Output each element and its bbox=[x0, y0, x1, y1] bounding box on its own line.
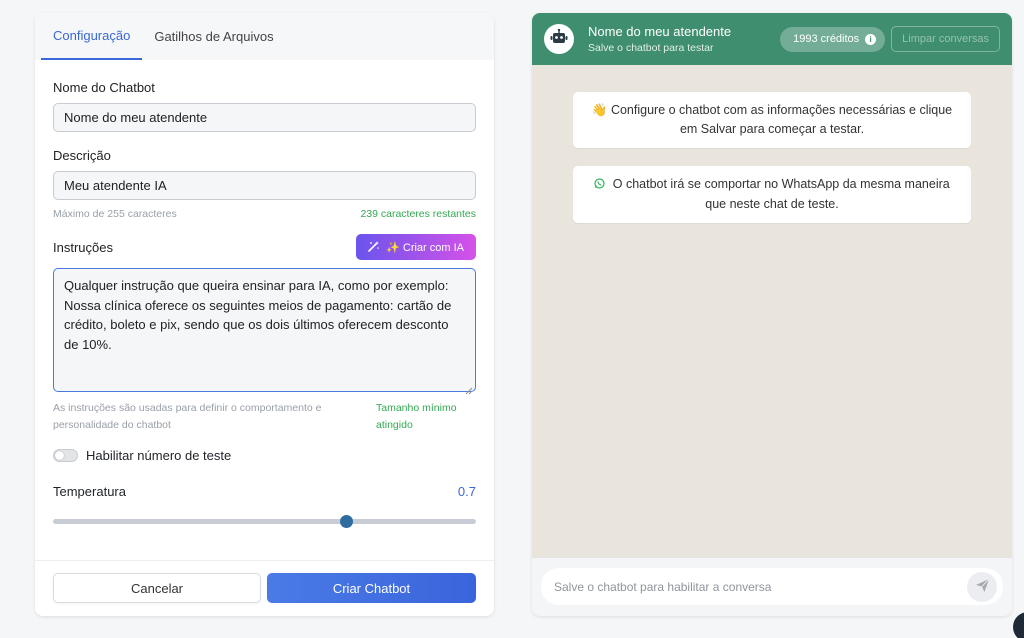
create-with-ai-button[interactable]: ✨ Criar com IA bbox=[356, 234, 476, 260]
tab-gatilhos-arquivos[interactable]: Gatilhos de Arquivos bbox=[142, 13, 285, 60]
test-number-label: Habilitar número de teste bbox=[86, 448, 232, 463]
temperature-row: Temperatura 0.7 bbox=[53, 484, 476, 499]
description-max-hint: Máximo de 255 caracteres bbox=[53, 208, 177, 220]
instructions-header: Instruções ✨ Criar com IA bbox=[53, 234, 476, 260]
description-label: Descrição bbox=[53, 148, 111, 163]
toggle-knob bbox=[55, 451, 64, 460]
robot-icon bbox=[550, 28, 568, 50]
tab-configuracao[interactable]: Configuração bbox=[41, 13, 143, 60]
name-label: Nome do Chatbot bbox=[53, 80, 155, 95]
chat-title: Nome do meu atendente bbox=[588, 24, 732, 39]
message-text: Configure o chatbot com as informações n… bbox=[610, 103, 953, 136]
instructions-hint: As instruções são usadas para definir o … bbox=[53, 402, 322, 431]
description-hint-row: Máximo de 255 caracteres 239 caracteres … bbox=[53, 208, 476, 220]
instructions-status: Tamanho mínimo atingido bbox=[376, 402, 457, 431]
temperature-value: 0.7 bbox=[457, 484, 476, 499]
instructions-text: Qualquer instrução que queira ensinar pa… bbox=[64, 278, 452, 352]
instructions-label: Instruções bbox=[53, 239, 113, 255]
slider-track[interactable] bbox=[53, 519, 476, 524]
tab-bar: Configuração Gatilhos de Arquivos bbox=[35, 13, 494, 60]
chat-messages: 👋 Configure o chatbot com as informações… bbox=[532, 65, 1012, 223]
chat-message: O chatbot irá se comportar no WhatsApp d… bbox=[573, 166, 971, 223]
name-input[interactable]: Nome do meu atendente bbox=[53, 103, 476, 132]
test-number-row: Habilitar número de teste bbox=[53, 448, 476, 463]
send-icon bbox=[975, 578, 990, 596]
avatar bbox=[544, 24, 574, 54]
description-remaining: 239 caracteres restantes bbox=[360, 208, 476, 220]
waving-hand-icon: 👋 bbox=[591, 103, 608, 117]
chat-input-bar: Salve o chatbot para habilitar a convers… bbox=[532, 557, 1012, 616]
credits-text: 1993 créditos bbox=[793, 33, 860, 45]
test-number-toggle[interactable] bbox=[53, 449, 78, 462]
info-icon[interactable]: i bbox=[865, 33, 877, 45]
message-text: O chatbot irá se comportar no WhatsApp d… bbox=[612, 177, 950, 211]
create-chatbot-button[interactable]: Criar Chatbot bbox=[267, 573, 476, 603]
config-form: Nome do Chatbot Nome do meu atendente De… bbox=[35, 60, 494, 529]
description-input[interactable]: Meu atendente IA bbox=[53, 171, 476, 200]
send-button[interactable] bbox=[967, 571, 997, 602]
chat-subtitle: Salve o chatbot para testar bbox=[588, 42, 714, 54]
chatbot-config-panel: Configuração Gatilhos de Arquivos Nome d… bbox=[35, 13, 494, 616]
chat-header: Nome do meu atendente Salve o chatbot pa… bbox=[532, 13, 1012, 65]
clear-conversations-button[interactable]: Limpar conversas bbox=[891, 26, 1000, 52]
chat-preview-panel: Nome do meu atendente Salve o chatbot pa… bbox=[532, 13, 1012, 616]
credits-badge: 1993 créditos i bbox=[780, 26, 886, 52]
temperature-label: Temperatura bbox=[53, 484, 126, 499]
chat-header-text: Nome do meu atendente Salve o chatbot pa… bbox=[588, 24, 780, 54]
cancel-button[interactable]: Cancelar bbox=[53, 573, 261, 603]
magic-wand-icon bbox=[368, 240, 380, 255]
form-footer: Cancelar Criar Chatbot bbox=[35, 560, 494, 616]
slider-thumb[interactable] bbox=[340, 515, 353, 528]
instructions-textarea[interactable]: Qualquer instrução que queira ensinar pa… bbox=[53, 268, 476, 395]
temperature-slider[interactable] bbox=[53, 513, 476, 529]
resize-grip-icon[interactable] bbox=[465, 381, 473, 395]
chat-input-placeholder: Salve o chatbot para habilitar a convers… bbox=[554, 579, 772, 594]
chat-input[interactable]: Salve o chatbot para habilitar a convers… bbox=[541, 568, 1003, 605]
create-with-ai-label: ✨ Criar com IA bbox=[386, 241, 464, 254]
chat-message: 👋 Configure o chatbot com as informações… bbox=[573, 92, 971, 148]
whatsapp-icon bbox=[594, 176, 605, 195]
instructions-hint-row: As instruções são usadas para definir o … bbox=[53, 400, 476, 434]
help-chat-launcher[interactable] bbox=[1013, 612, 1024, 638]
